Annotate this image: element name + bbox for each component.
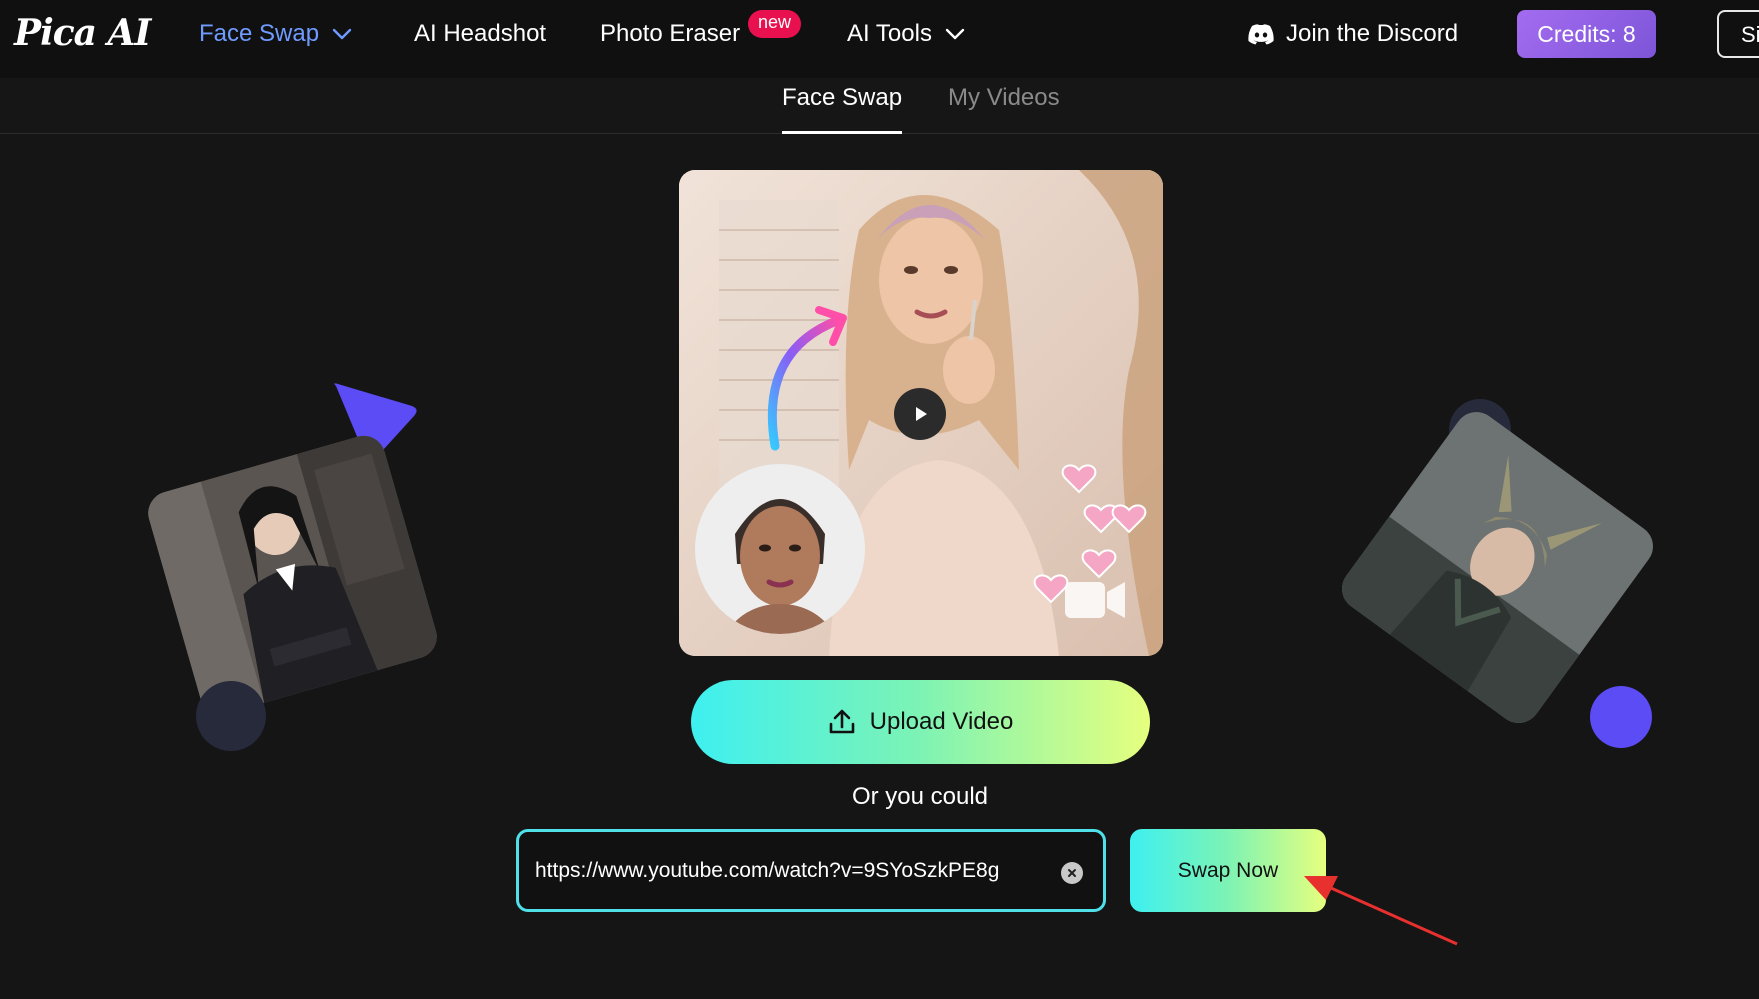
nav-face-swap-label: Face Swap [199,20,320,47]
upload-video-button[interactable]: Upload Video [691,680,1150,764]
nav-ai-headshot[interactable]: AI Headshot [414,20,546,48]
source-face-photo [695,464,865,634]
upload-video-label: Upload Video [869,708,1014,735]
nav-ai-tools-label: AI Tools [847,20,932,47]
sign-in-button[interactable]: Si [1717,10,1759,58]
nav-ai-headshot-label: AI Headshot [414,20,547,47]
close-circle-icon [1068,869,1076,877]
join-discord-link[interactable]: Join the Discord [1246,20,1458,48]
face-swap-preview [679,170,1163,656]
play-icon [916,407,927,421]
nav-photo-eraser[interactable]: Photo Eraser [600,20,740,48]
nav-photo-eraser-label: Photo Eraser [600,20,741,47]
video-url-field [516,829,1106,912]
source-face-inset [695,464,865,634]
top-navbar: Pica AI Face Swap AI Headshot Photo Eras… [0,0,1759,78]
chevron-down-icon [332,28,352,40]
tab-face-swap[interactable]: Face Swap [782,84,903,134]
new-badge: new [748,10,802,38]
logo[interactable]: Pica AI [14,12,151,54]
loki-photo [1333,403,1662,732]
swap-now-button[interactable]: Swap Now [1130,829,1326,912]
discord-icon [1248,24,1274,45]
or-you-could-text: Or you could [851,783,989,810]
chevron-down-icon [945,28,965,40]
purple-circle-decoration [1590,686,1652,748]
dark-circle-decoration [196,681,266,751]
nav-ai-tools[interactable]: AI Tools [847,20,966,48]
red-arrow-annotation [1304,876,1458,946]
join-discord-label: Join the Discord [1286,20,1459,47]
tab-my-videos[interactable]: My Videos [948,84,1060,134]
credits-button[interactable]: Credits: 8 [1517,10,1656,58]
clear-url-button[interactable] [1061,862,1083,884]
nav-face-swap[interactable]: Face Swap [199,20,353,48]
play-button[interactable] [894,388,946,440]
video-url-input[interactable] [535,854,1045,888]
loki-photo-card [1333,403,1662,732]
upload-icon [829,709,854,734]
